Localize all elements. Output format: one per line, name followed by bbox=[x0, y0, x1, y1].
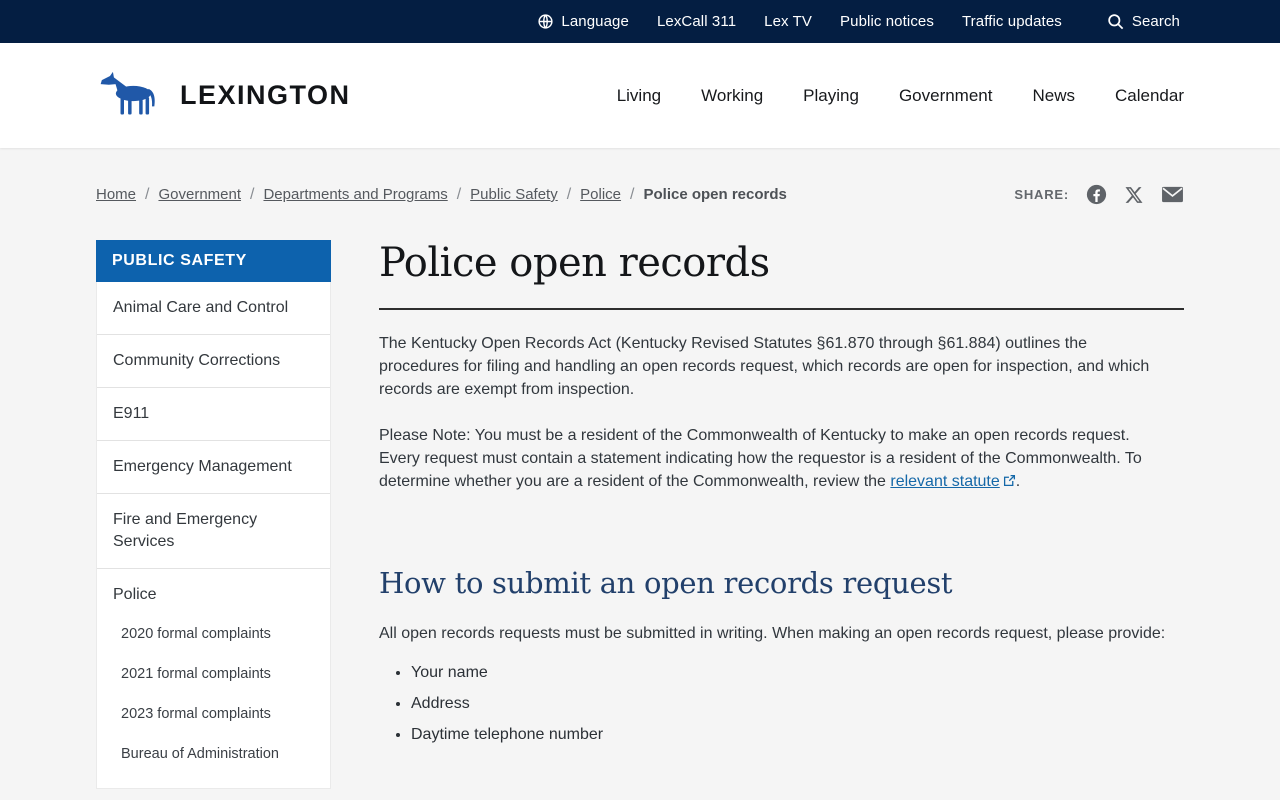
sidebar-subitem-label[interactable]: 2020 formal complaints bbox=[97, 614, 330, 654]
share-bar: SHARE: bbox=[1014, 184, 1184, 205]
breadcrumb-government[interactable]: Government bbox=[158, 186, 241, 203]
utility-bar: Language LexCall 311 Lex TV Public notic… bbox=[0, 0, 1280, 43]
traffic-updates-link[interactable]: Traffic updates bbox=[962, 13, 1062, 30]
language-menu[interactable]: Language bbox=[537, 13, 629, 30]
section-sidebar: PUBLIC SAFETY Animal Care and Control Co… bbox=[96, 240, 331, 789]
residency-note-text: Please Note: You must be a resident of t… bbox=[379, 426, 1142, 490]
sidebar-item-label[interactable]: Fire and Emergency Services bbox=[97, 494, 330, 568]
sidebar-item-police: Police 2020 formal complaints 2021 forma… bbox=[97, 569, 330, 788]
email-icon bbox=[1161, 185, 1184, 204]
relevant-statute-link[interactable]: relevant statute bbox=[890, 473, 1015, 490]
search-button[interactable]: Search bbox=[1106, 12, 1180, 31]
sidebar-subitem-label[interactable]: Bureau of Administration bbox=[97, 734, 330, 774]
horse-icon bbox=[96, 70, 166, 122]
article: Police open records The Kentucky Open Re… bbox=[379, 240, 1184, 800]
share-facebook-button[interactable] bbox=[1086, 184, 1107, 205]
breadcrumb-separator: / bbox=[456, 185, 462, 203]
share-email-button[interactable] bbox=[1161, 185, 1184, 204]
page-title: Police open records bbox=[379, 240, 770, 286]
lex-tv-link[interactable]: Lex TV bbox=[764, 13, 812, 30]
sidebar-item-fire-emergency[interactable]: Fire and Emergency Services bbox=[97, 494, 330, 569]
police-subnav: 2020 formal complaints 2021 formal compl… bbox=[97, 612, 330, 788]
list-item-your-name: Your name bbox=[411, 661, 1184, 685]
language-label: Language bbox=[561, 13, 629, 30]
public-notices-link[interactable]: Public notices bbox=[840, 13, 934, 30]
sidebar-item-label[interactable]: Emergency Management bbox=[97, 441, 330, 493]
how-to-submit-heading: How to submit an open records request bbox=[379, 566, 953, 601]
breadcrumb-home[interactable]: Home bbox=[96, 186, 136, 203]
residency-note-paragraph: Please Note: You must be a resident of t… bbox=[379, 424, 1169, 495]
sidebar-subitem-2020-complaints[interactable]: 2020 formal complaints bbox=[97, 614, 330, 654]
search-label: Search bbox=[1131, 13, 1180, 30]
breadcrumb: Home / Government / Departments and Prog… bbox=[96, 186, 787, 204]
breadcrumb-separator: / bbox=[145, 185, 150, 203]
globe-icon bbox=[537, 13, 554, 30]
breadcrumb-separator: / bbox=[630, 185, 635, 203]
nav-government[interactable]: Government bbox=[899, 86, 993, 106]
submit-intro-paragraph: All open records requests must be submit… bbox=[379, 625, 1166, 643]
sidebar-subitem-2021-complaints[interactable]: 2021 formal complaints bbox=[97, 654, 330, 694]
site-header: LEXINGTON Living Working Playing Governm… bbox=[0, 43, 1280, 148]
breadcrumb-separator: / bbox=[250, 185, 255, 203]
sidebar-item-label[interactable]: E911 bbox=[97, 388, 330, 440]
sidebar-item-e911[interactable]: E911 bbox=[97, 388, 330, 441]
facebook-icon bbox=[1086, 184, 1107, 205]
lexcall-311-link[interactable]: LexCall 311 bbox=[657, 13, 736, 30]
page-body: Home / Government / Departments and Prog… bbox=[0, 184, 1280, 800]
search-icon bbox=[1106, 12, 1125, 31]
breadcrumb-police[interactable]: Police bbox=[580, 186, 621, 203]
breadcrumb-current: Police open records bbox=[643, 186, 787, 203]
primary-nav: Living Working Playing Government News C… bbox=[617, 86, 1184, 106]
breadcrumb-separator: / bbox=[566, 185, 572, 203]
sidebar-item-emergency-management[interactable]: Emergency Management bbox=[97, 441, 330, 494]
sidebar-title: PUBLIC SAFETY bbox=[96, 240, 331, 282]
residency-note-suffix: . bbox=[1015, 472, 1021, 490]
x-icon bbox=[1124, 185, 1144, 205]
nav-playing[interactable]: Playing bbox=[803, 86, 859, 106]
sidebar-subitem-label[interactable]: 2021 formal complaints bbox=[97, 654, 330, 694]
list-item-phone: Daytime telephone number bbox=[411, 723, 1184, 747]
sidebar-item-label[interactable]: Police bbox=[97, 569, 330, 612]
site-logo[interactable]: LEXINGTON bbox=[96, 70, 351, 122]
required-info-list: Your name Address Daytime telephone numb… bbox=[379, 661, 1184, 747]
breadcrumb-departments[interactable]: Departments and Programs bbox=[263, 186, 447, 203]
list-item-address: Address bbox=[411, 692, 1184, 716]
title-divider bbox=[379, 308, 1184, 310]
breadcrumb-public-safety[interactable]: Public Safety bbox=[470, 186, 558, 203]
sidebar-item-label[interactable]: Community Corrections bbox=[97, 335, 330, 387]
nav-working[interactable]: Working bbox=[701, 86, 763, 106]
intro-paragraph: The Kentucky Open Records Act (Kentucky … bbox=[379, 335, 1150, 399]
sidebar-item-community-corrections[interactable]: Community Corrections bbox=[97, 335, 330, 388]
sidebar-subitem-2023-complaints[interactable]: 2023 formal complaints bbox=[97, 694, 330, 734]
sidebar-item-animal-care[interactable]: Animal Care and Control bbox=[97, 282, 330, 335]
share-label: SHARE: bbox=[1014, 187, 1069, 202]
nav-living[interactable]: Living bbox=[617, 86, 661, 106]
external-link-icon bbox=[1003, 471, 1016, 494]
logo-wordmark: LEXINGTON bbox=[180, 80, 351, 110]
nav-calendar[interactable]: Calendar bbox=[1115, 86, 1184, 106]
sidebar-subitem-bureau-administration[interactable]: Bureau of Administration bbox=[97, 734, 330, 774]
sidebar-item-label[interactable]: Animal Care and Control bbox=[97, 282, 330, 334]
relevant-statute-link-label: relevant statute bbox=[890, 472, 1000, 490]
nav-news[interactable]: News bbox=[1032, 86, 1075, 106]
sidebar-subitem-label[interactable]: 2023 formal complaints bbox=[97, 694, 330, 734]
share-x-button[interactable] bbox=[1124, 185, 1144, 205]
